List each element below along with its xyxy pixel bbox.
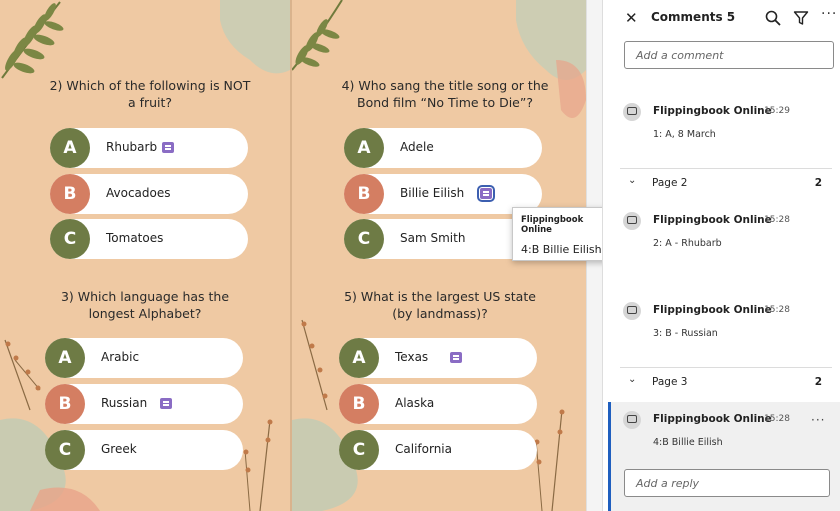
comment-icon [623,411,641,429]
answer-text: Greek [101,442,137,456]
panel-header: ✕ Comments 5 ··· [603,0,840,36]
comment-icon [623,212,641,230]
answer-text: Arabic [101,350,140,364]
answer-letter: A [339,338,379,378]
watercolor-decoration [516,0,586,118]
answer-text: Avocadoes [106,186,171,200]
comment-body: 4:B Billie Eilish [653,437,723,448]
comment-time: 15:29 [764,106,790,116]
comment-marker-icon[interactable] [450,352,462,363]
answer-letter: B [344,174,384,214]
comment-marker-icon[interactable] [477,185,495,202]
tooltip-body: 4:B Billie Eilish [521,243,602,256]
question-3: 3) Which language has the longest Alphab… [60,289,230,321]
answer-letter: A [45,338,85,378]
answer-text: Russian [101,396,148,410]
comment-body: 1: A, 8 March [653,129,716,140]
answer-text: California [395,442,452,456]
question-5: 5) What is the largest US state (by land… [344,289,536,321]
comment-author: Flippingbook Online [653,413,772,425]
chevron-down-icon: ⌄ [628,175,637,186]
close-icon[interactable]: ✕ [625,9,638,27]
answer-text: Texas [395,350,429,364]
comment-icon [623,302,641,320]
panel-title: Comments 5 [651,10,736,24]
answer-option[interactable]: A Texas [339,338,537,378]
answer-letter: A [344,128,384,168]
tooltip-author: Flippingbook Online [521,215,584,235]
answer-option[interactable]: B Russian [45,384,243,424]
answer-text: Alaska [395,396,435,410]
answer-letter: A [50,128,90,168]
watercolor-decoration [220,0,290,74]
comment-item[interactable]: Flippingbook Online 15:29 1: A, 8 March [603,98,840,158]
group-header-page-3[interactable]: ⌄ Page 3 2 [620,367,832,395]
answer-option[interactable]: C California [339,430,537,470]
fern-decoration [292,0,343,71]
comment-body: 3: B - Russian [653,328,718,339]
filter-icon[interactable] [793,10,809,26]
answer-letter: B [339,384,379,424]
answer-text: Billie Eilish [400,186,465,200]
answer-letter: C [344,219,384,259]
answer-option[interactable]: C Greek [45,430,243,470]
comment-author: Flippingbook Online [653,304,772,316]
comment-time: 15:28 [764,305,790,315]
reply-input[interactable]: Add a reply [624,469,830,497]
group-count: 2 [814,376,822,388]
answer-letter: B [45,384,85,424]
group-label: Page 2 [652,177,688,189]
question-2: 2) Which of the following is NOT a fruit… [49,78,251,110]
answer-text: Rhubarb [106,140,158,154]
comment-author: Flippingbook Online [653,214,772,226]
group-count: 2 [814,177,822,189]
answer-option[interactable]: C Tomatoes [50,219,248,259]
more-icon[interactable]: ··· [821,6,837,22]
question-4: 4) Who sang the title song or the Bond f… [341,78,549,110]
answer-letter: C [339,430,379,470]
comment-body: 2: A - Rhubarb [653,238,722,249]
answer-option[interactable]: A Adele [344,128,542,168]
answer-option[interactable]: B Avocadoes [50,174,248,214]
answer-text: Sam Smith [400,231,466,245]
comment-icon [623,103,641,121]
answer-option[interactable]: B Alaska [339,384,537,424]
chevron-down-icon: ⌄ [628,374,637,385]
search-icon[interactable] [765,10,781,26]
group-label: Page 3 [652,376,688,388]
answer-letter: C [50,219,90,259]
comment-marker-icon[interactable] [160,398,172,409]
answer-option[interactable]: A Rhubarb [50,128,248,168]
answer-option[interactable]: A Arabic [45,338,243,378]
comments-panel: ✕ Comments 5 ··· Add a comment Flippingb… [602,0,840,511]
more-icon[interactable]: ··· [811,413,825,427]
group-header-page-2[interactable]: ⌄ Page 2 2 [620,168,832,196]
comment-author: Flippingbook Online [653,105,772,117]
answer-text: Tomatoes [106,231,164,245]
comment-item[interactable]: Flippingbook Online 15:28 3: B - Russian [603,297,840,357]
comment-time: 15:28 [764,215,790,225]
fern-decoration [1,1,64,79]
answer-letter: B [50,174,90,214]
flipbook-page-left: 2) Which of the following is NOT a fruit… [0,0,290,511]
comment-item[interactable]: Flippingbook Online 15:28 2: A - Rhubarb [603,207,840,267]
comment-time: 15:28 [764,414,790,424]
add-comment-input[interactable]: Add a comment [624,41,834,69]
comment-marker-icon[interactable] [162,142,174,153]
answer-text: Adele [400,140,434,154]
answer-letter: C [45,430,85,470]
